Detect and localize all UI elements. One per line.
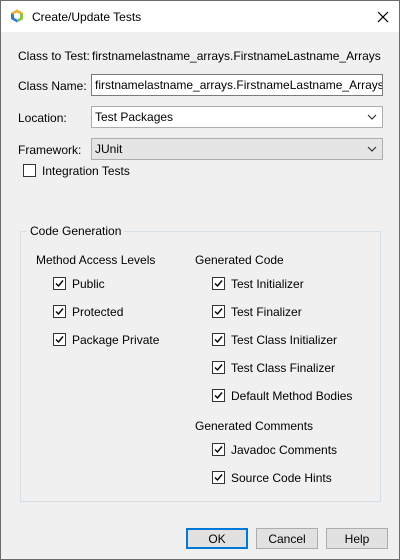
test-finalizer-label: Test Finalizer xyxy=(231,305,302,319)
test-class-initializer-label: Test Class Initializer xyxy=(231,333,338,347)
ok-button[interactable]: OK xyxy=(186,528,248,549)
netbeans-hexagon-icon xyxy=(11,9,23,23)
default-method-bodies-label: Default Method Bodies xyxy=(231,389,353,403)
location-select-value: Test Packages xyxy=(95,110,174,124)
framework-select-value: JUnit xyxy=(95,142,123,156)
window-title: Create/Update Tests xyxy=(32,10,142,24)
method-access-heading: Method Access Levels xyxy=(36,253,156,267)
generated-comments-heading: Generated Comments xyxy=(195,419,314,433)
public-checkbox[interactable] xyxy=(53,277,66,290)
class-name-label: Class Name: xyxy=(18,79,87,93)
package-private-label: Package Private xyxy=(72,333,160,347)
close-button[interactable] xyxy=(367,1,399,32)
generated-code-heading: Generated Code xyxy=(195,253,284,267)
checkmark-icon xyxy=(55,308,64,316)
chevron-down-icon xyxy=(367,146,377,152)
source-code-hints-checkbox[interactable] xyxy=(212,471,225,484)
location-select[interactable]: Test Packages xyxy=(91,106,383,128)
checkmark-icon xyxy=(55,280,64,288)
integration-tests-checkbox[interactable] xyxy=(23,164,36,177)
protected-checkbox[interactable] xyxy=(53,305,66,318)
test-class-finalizer-checkbox[interactable] xyxy=(212,361,225,374)
checkmark-icon xyxy=(214,308,223,316)
checkmark-icon xyxy=(214,446,223,454)
test-class-initializer-checkbox[interactable] xyxy=(212,333,225,346)
checkmark-icon xyxy=(214,336,223,344)
integration-tests-label: Integration Tests xyxy=(42,164,130,178)
protected-label: Protected xyxy=(72,305,124,319)
code-generation-title: Code Generation xyxy=(27,224,125,238)
framework-label: Framework: xyxy=(18,143,82,157)
checkmark-icon xyxy=(214,392,223,400)
framework-select[interactable]: JUnit xyxy=(91,138,383,160)
location-label: Location: xyxy=(18,111,67,125)
test-class-finalizer-label: Test Class Finalizer xyxy=(231,361,336,375)
help-button-label: Help xyxy=(344,531,370,546)
javadoc-comments-checkbox[interactable] xyxy=(212,443,225,456)
class-name-input[interactable]: firstnamelastname_arrays.FirstnameLastna… xyxy=(91,74,383,96)
public-label: Public xyxy=(72,277,105,291)
javadoc-comments-label: Javadoc Comments xyxy=(231,443,338,457)
cancel-button[interactable]: Cancel xyxy=(256,528,318,549)
help-button[interactable]: Help xyxy=(326,528,388,549)
source-code-hints-label: Source Code Hints xyxy=(231,471,332,485)
chevron-down-icon xyxy=(367,114,377,120)
checkmark-icon xyxy=(214,364,223,372)
package-private-checkbox[interactable] xyxy=(53,333,66,346)
class-name-input-text: firstnamelastname_arrays.FirstnameLastna… xyxy=(95,78,383,92)
class-to-test-value: firstnamelastname_arrays.FirstnameLastna… xyxy=(92,49,381,63)
checkmark-icon xyxy=(214,474,223,482)
title-bar: Create/Update Tests xyxy=(1,1,399,32)
test-initializer-label: Test Initializer xyxy=(231,277,304,291)
checkmark-icon xyxy=(55,336,64,344)
test-finalizer-checkbox[interactable] xyxy=(212,305,225,318)
checkmark-icon xyxy=(214,280,223,288)
class-to-test-label: Class to Test: xyxy=(18,49,90,63)
close-icon xyxy=(377,11,389,22)
cancel-button-label: Cancel xyxy=(268,531,306,546)
test-initializer-checkbox[interactable] xyxy=(212,277,225,290)
ok-button-label: OK xyxy=(208,531,226,546)
default-method-bodies-checkbox[interactable] xyxy=(212,389,225,402)
